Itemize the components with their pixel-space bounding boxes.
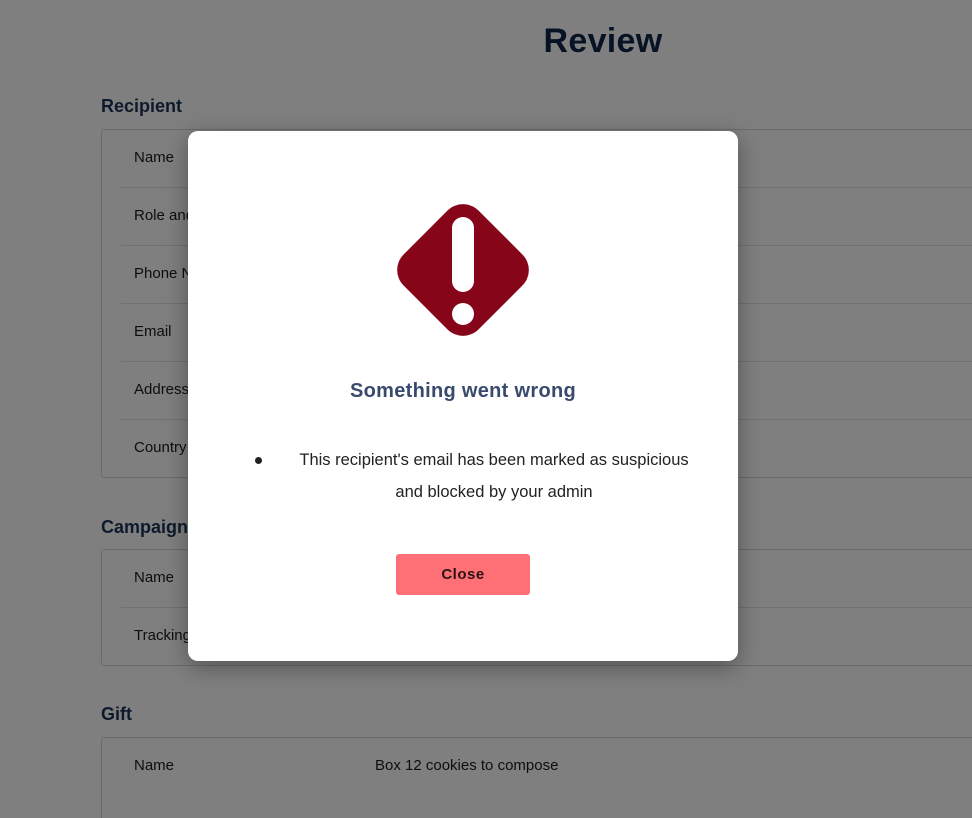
error-dialog: Something went wrong This recipient's em… — [188, 131, 738, 661]
dialog-title: Something went wrong — [350, 380, 576, 402]
close-button[interactable]: Close — [396, 554, 530, 595]
error-message-text: This recipient's email has been marked a… — [299, 451, 689, 501]
exclamation-bar — [452, 217, 474, 292]
bullet-icon — [255, 457, 262, 464]
warning-diamond-icon — [397, 204, 529, 336]
error-message-list: This recipient's email has been marked a… — [250, 444, 690, 508]
error-message-item: This recipient's email has been marked a… — [250, 444, 690, 508]
exclamation-dot — [452, 303, 474, 325]
